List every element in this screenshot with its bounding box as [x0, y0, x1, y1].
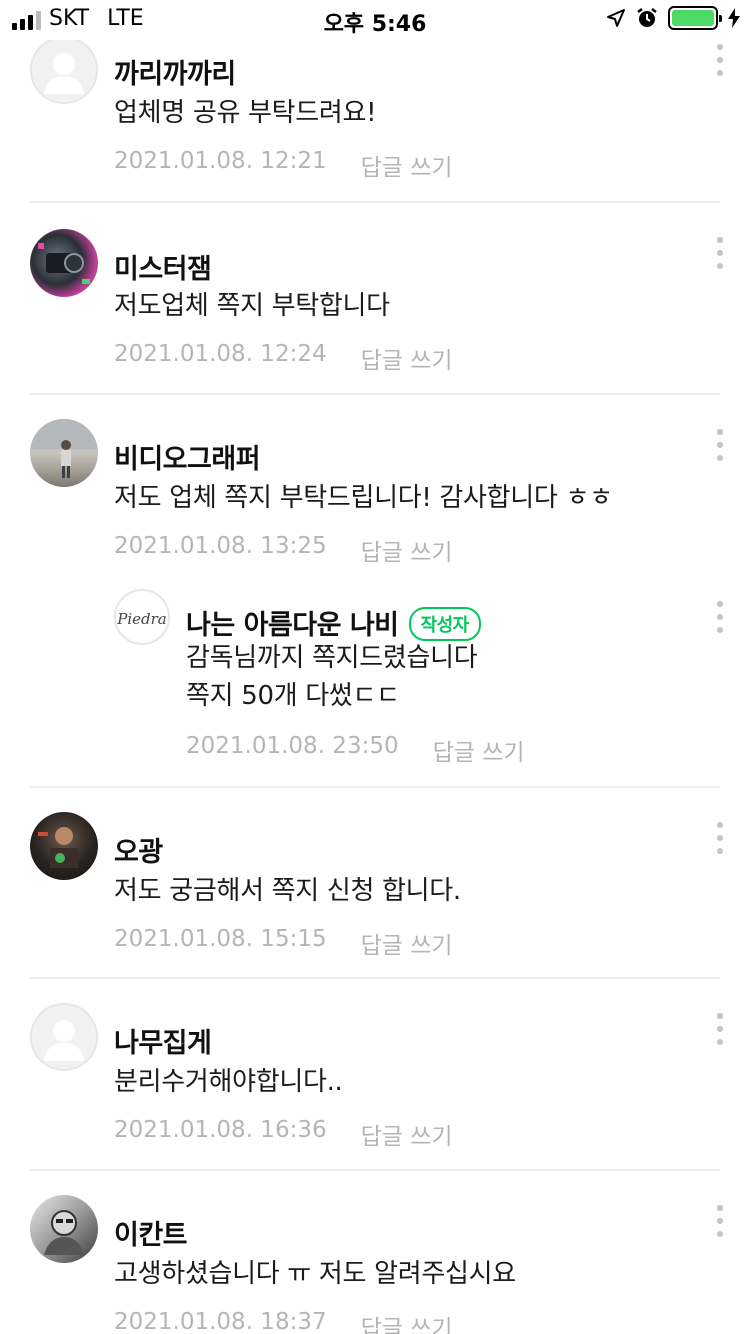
more-options-icon[interactable]	[712, 1203, 728, 1239]
reply-button[interactable]: 답글 쓰기	[361, 926, 453, 960]
reply-button[interactable]: 답글 쓰기	[361, 533, 453, 567]
comment-meta: 2021.01.08. 12:24 답글 쓰기	[114, 341, 453, 375]
avatar[interactable]	[30, 812, 98, 880]
author-name: 나는 아름다운 나비	[186, 610, 399, 641]
comment-author[interactable]: 비디오그래퍼	[114, 437, 261, 476]
comment-meta: 2021.01.08. 23:50 답글 쓰기	[186, 733, 525, 767]
default-profile-icon	[44, 53, 84, 94]
comment-date: 2021.01.08. 23:50	[186, 733, 399, 759]
comment-item: 이칸트 고생하셨습니다 ㅠ 저도 알려주십시요 2021.01.08. 18:3…	[0, 1171, 750, 1334]
status-bar: SKT LTE 오후 5:46	[0, 0, 750, 40]
comment-author[interactable]: 오광	[114, 830, 163, 869]
comment-meta: 2021.01.08. 13:25 답글 쓰기	[114, 533, 453, 567]
more-options-icon[interactable]	[712, 599, 728, 635]
reply-button[interactable]: 답글 쓰기	[361, 1309, 453, 1334]
avatar[interactable]	[30, 419, 98, 487]
comment-text: 감독님까지 쪽지드렸습니다 쪽지 50개 다썼ㄷㄷ	[186, 639, 478, 715]
comment-text: 저도 업체 쪽지 부탁드립니다! 감사합니다 ㅎㅎ	[114, 483, 613, 513]
comment-date: 2021.01.08. 18:37	[114, 1309, 327, 1334]
avatar[interactable]	[30, 1003, 98, 1071]
status-right	[606, 6, 740, 30]
comment-text: 분리수거해야합니다..	[114, 1067, 343, 1097]
more-options-icon[interactable]	[712, 235, 728, 271]
reply-button[interactable]: 답글 쓰기	[361, 148, 453, 182]
comment-item: 나무집게 분리수거해야합니다.. 2021.01.08. 16:36 답글 쓰기	[0, 979, 750, 1171]
alarm-clock-icon	[636, 7, 658, 29]
comment-item: 비디오그래퍼 저도 업체 쪽지 부탁드립니다! 감사합니다 ㅎㅎ 2021.01…	[0, 395, 750, 579]
comment-date: 2021.01.08. 12:24	[114, 341, 327, 367]
more-options-icon[interactable]	[712, 1011, 728, 1047]
avatar[interactable]: Piedra	[114, 589, 170, 645]
reply-button[interactable]: 답글 쓰기	[361, 1117, 453, 1151]
comment-text: 업체명 공유 부탁드려요!	[114, 98, 377, 128]
comment-author[interactable]: 미스터잼	[114, 247, 212, 286]
default-profile-icon	[44, 1020, 84, 1061]
comment-author[interactable]: 나무집게	[114, 1021, 212, 1060]
comment-meta: 2021.01.08. 18:37 답글 쓰기	[114, 1309, 453, 1334]
comment-text-line: 쪽지 50개 다썼ㄷㄷ	[186, 681, 400, 711]
brand-logo-icon: Piedra	[116, 610, 166, 628]
svg-text:Piedra: Piedra	[116, 610, 166, 628]
battery-icon	[668, 6, 722, 30]
person-photo-icon	[30, 419, 98, 478]
person-photo-icon	[44, 1210, 84, 1255]
comment-item: 오광 저도 궁금해서 쪽지 신청 합니다. 2021.01.08. 15:15 …	[0, 788, 750, 979]
location-arrow-icon	[606, 8, 626, 28]
avatar[interactable]	[30, 36, 98, 104]
more-options-icon[interactable]	[712, 820, 728, 856]
comment-text: 고생하셨습니다 ㅠ 저도 알려주십시요	[114, 1259, 516, 1289]
comment-date: 2021.01.08. 12:21	[114, 148, 327, 174]
camera-photo-icon	[38, 243, 90, 284]
comment-date: 2021.01.08. 13:25	[114, 533, 327, 559]
more-options-icon[interactable]	[712, 427, 728, 463]
more-options-icon[interactable]	[712, 42, 728, 78]
author-badge: 작성자	[408, 607, 481, 641]
comment-author[interactable]: 까리까까리	[114, 52, 236, 91]
comment-meta: 2021.01.08. 16:36 답글 쓰기	[114, 1117, 453, 1151]
charging-bolt-icon	[728, 8, 740, 28]
comment-text-line: 감독님까지 쪽지드렸습니다	[186, 643, 478, 673]
avatar[interactable]	[30, 1195, 98, 1263]
reply-button[interactable]: 답글 쓰기	[433, 733, 525, 767]
comment-meta: 2021.01.08. 12:21 답글 쓰기	[114, 148, 453, 182]
person-photo-icon	[38, 827, 78, 868]
battery-level	[672, 10, 714, 26]
reply-button[interactable]: 답글 쓰기	[361, 341, 453, 375]
comment-author[interactable]: 나는 아름다운 나비 작성자	[186, 603, 481, 642]
avatar[interactable]	[30, 229, 98, 297]
comment-meta: 2021.01.08. 15:15 답글 쓰기	[114, 926, 453, 960]
reply-item: Piedra 나는 아름다운 나비 작성자 감독님까지 쪽지드렸습니다 쪽지 50…	[0, 579, 750, 789]
comment-text: 저도업체 쪽지 부탁합니다	[114, 291, 390, 321]
comment-author[interactable]: 이칸트	[114, 1213, 188, 1252]
comment-date: 2021.01.08. 16:36	[114, 1117, 327, 1143]
comment-date: 2021.01.08. 15:15	[114, 926, 327, 952]
comment-text: 저도 궁금해서 쪽지 신청 합니다.	[114, 876, 461, 906]
comment-item: 미스터잼 저도업체 쪽지 부탁합니다 2021.01.08. 12:24 답글 …	[0, 203, 750, 395]
